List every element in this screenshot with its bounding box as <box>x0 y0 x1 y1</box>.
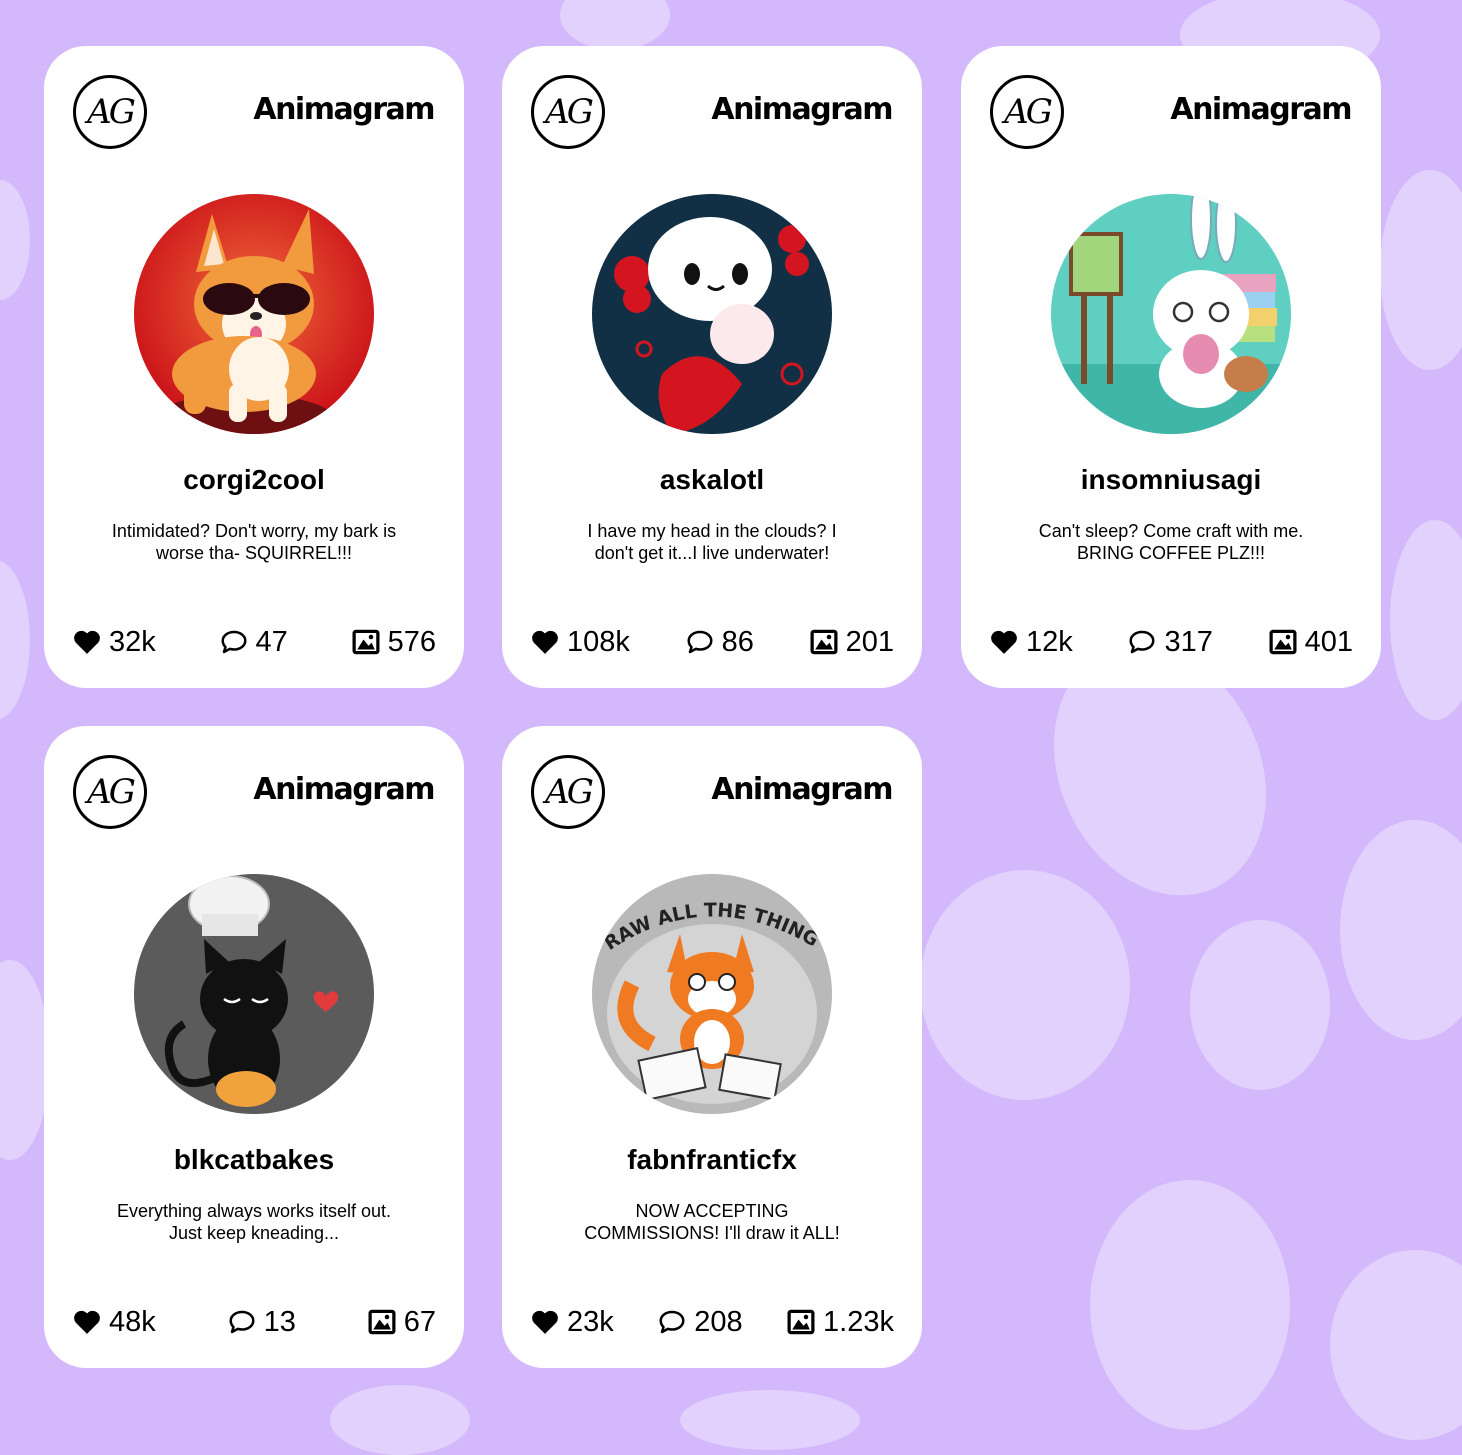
posts-stat[interactable]: 1.23k <box>786 1306 894 1339</box>
heart-icon <box>74 630 100 654</box>
likes-count: 48k <box>109 1305 156 1338</box>
fox-avatar[interactable]: DRAW ALL THE THINGS! <box>592 874 832 1114</box>
image-icon <box>352 629 380 655</box>
likes-stat[interactable]: 32k <box>72 626 156 659</box>
background-blob <box>0 560 30 720</box>
posts-stat[interactable]: 201 <box>809 626 894 659</box>
black-cat-avatar[interactable] <box>134 874 374 1114</box>
brand-name: Animagram <box>253 772 435 807</box>
posts-stat[interactable]: 401 <box>1268 626 1353 659</box>
likes-stat[interactable]: 108k <box>530 626 630 659</box>
bunny-avatar-image <box>1051 194 1291 434</box>
brand-name: Animagram <box>253 92 435 127</box>
comment-icon <box>659 1310 685 1334</box>
stats-row: 23k 208 1.23k <box>530 1304 894 1340</box>
likes-count: 32k <box>109 625 156 658</box>
axolotl-avatar[interactable] <box>592 194 832 434</box>
comments-stat[interactable]: 47 <box>219 626 288 659</box>
heart-icon <box>991 630 1017 654</box>
username[interactable]: insomniusagi <box>961 464 1381 496</box>
animagram-logo: AG <box>531 75 605 149</box>
background-blob <box>920 870 1130 1100</box>
profile-card[interactable]: AG Animagram DRAW ALL THE THINGS! fabnfr… <box>502 726 922 1368</box>
corgi-avatar-image <box>134 194 374 434</box>
stats-row: 12k 317 401 <box>989 624 1353 660</box>
bio: Intimidated? Don't worry, my bark is wor… <box>111 521 397 563</box>
comments-count: 86 <box>721 625 754 658</box>
posts-count: 1.23k <box>823 1305 894 1338</box>
comment-icon <box>221 630 247 654</box>
likes-stat[interactable]: 12k <box>989 626 1073 659</box>
likes-count: 12k <box>1026 625 1073 658</box>
animagram-logo: AG <box>531 755 605 829</box>
stats-row: 108k 86 201 <box>530 624 894 660</box>
animagram-logo: AG <box>73 75 147 149</box>
black-cat-avatar-image <box>134 874 374 1114</box>
fox-avatar-image: DRAW ALL THE THINGS! <box>592 874 832 1114</box>
heart-icon <box>532 630 558 654</box>
axolotl-avatar-image <box>592 194 832 434</box>
heart-icon <box>74 1310 100 1334</box>
background-blob <box>680 1390 860 1450</box>
username[interactable]: corgi2cool <box>44 464 464 496</box>
comments-stat[interactable]: 317 <box>1127 625 1213 659</box>
profile-card[interactable]: AG Animagram insomniusagi Can't sleep? C… <box>961 46 1381 688</box>
comments-count: 208 <box>694 1305 743 1338</box>
comments-count: 317 <box>1164 625 1213 658</box>
brand-name: Animagram <box>711 772 893 807</box>
comment-icon <box>687 630 713 654</box>
background-blob <box>1090 1180 1290 1430</box>
background-blob <box>1190 920 1330 1090</box>
background-blob <box>1380 170 1462 370</box>
brand-name: Animagram <box>711 92 893 127</box>
profile-card[interactable]: AG Animagram blkcatbakes Everything alwa… <box>44 726 464 1368</box>
background-blob <box>0 960 50 1160</box>
image-icon <box>368 1309 396 1335</box>
likes-stat[interactable]: 48k <box>72 1306 156 1339</box>
corgi-avatar[interactable] <box>134 194 374 434</box>
comments-count: 13 <box>263 1305 296 1338</box>
posts-stat[interactable]: 67 <box>367 1306 436 1339</box>
stats-row: 48k 13 67 <box>72 1304 436 1340</box>
bio: Can't sleep? Come craft with me. BRING C… <box>1038 521 1304 563</box>
heart-icon <box>532 1310 558 1334</box>
brand-name: Animagram <box>1170 92 1352 127</box>
likes-stat[interactable]: 23k <box>530 1306 614 1339</box>
profile-card[interactable]: AG Animagram askalotl I have my head in … <box>502 46 922 688</box>
posts-count: 576 <box>387 625 436 658</box>
posts-count: 401 <box>1304 625 1353 658</box>
background-blob <box>330 1385 470 1455</box>
comments-stat[interactable]: 13 <box>227 1306 296 1339</box>
username[interactable]: askalotl <box>502 464 922 496</box>
comments-stat[interactable]: 208 <box>657 1305 743 1339</box>
comment-icon <box>229 1310 255 1334</box>
image-icon <box>1269 629 1297 655</box>
posts-count: 201 <box>845 625 894 658</box>
bio: NOW ACCEPTING COMMISSIONS! I'll draw it … <box>584 1201 840 1243</box>
background-blob <box>0 180 30 300</box>
animagram-logo: AG <box>73 755 147 829</box>
image-icon <box>787 1309 815 1335</box>
username[interactable]: blkcatbakes <box>44 1144 464 1176</box>
posts-count: 67 <box>403 1305 436 1338</box>
animagram-logo: AG <box>990 75 1064 149</box>
comments-stat[interactable]: 86 <box>685 626 754 659</box>
comment-icon <box>1129 630 1155 654</box>
bio: I have my head in the clouds? I don't ge… <box>587 521 837 563</box>
posts-stat[interactable]: 576 <box>351 626 436 659</box>
comments-count: 47 <box>255 625 288 658</box>
background-blob <box>1330 1250 1462 1440</box>
likes-count: 23k <box>567 1305 614 1338</box>
background-blob <box>1390 520 1462 720</box>
bio: Everything always works itself out. Just… <box>116 1201 392 1243</box>
stats-row: 32k 47 576 <box>72 624 436 660</box>
profile-card[interactable]: AG Animagram corgi2cool Intimidated? Don… <box>44 46 464 688</box>
likes-count: 108k <box>567 625 630 658</box>
username[interactable]: fabnfranticfx <box>502 1144 922 1176</box>
background-blob <box>560 0 670 50</box>
image-icon <box>810 629 838 655</box>
bunny-avatar[interactable] <box>1051 194 1291 434</box>
background-blob <box>1340 820 1462 1040</box>
